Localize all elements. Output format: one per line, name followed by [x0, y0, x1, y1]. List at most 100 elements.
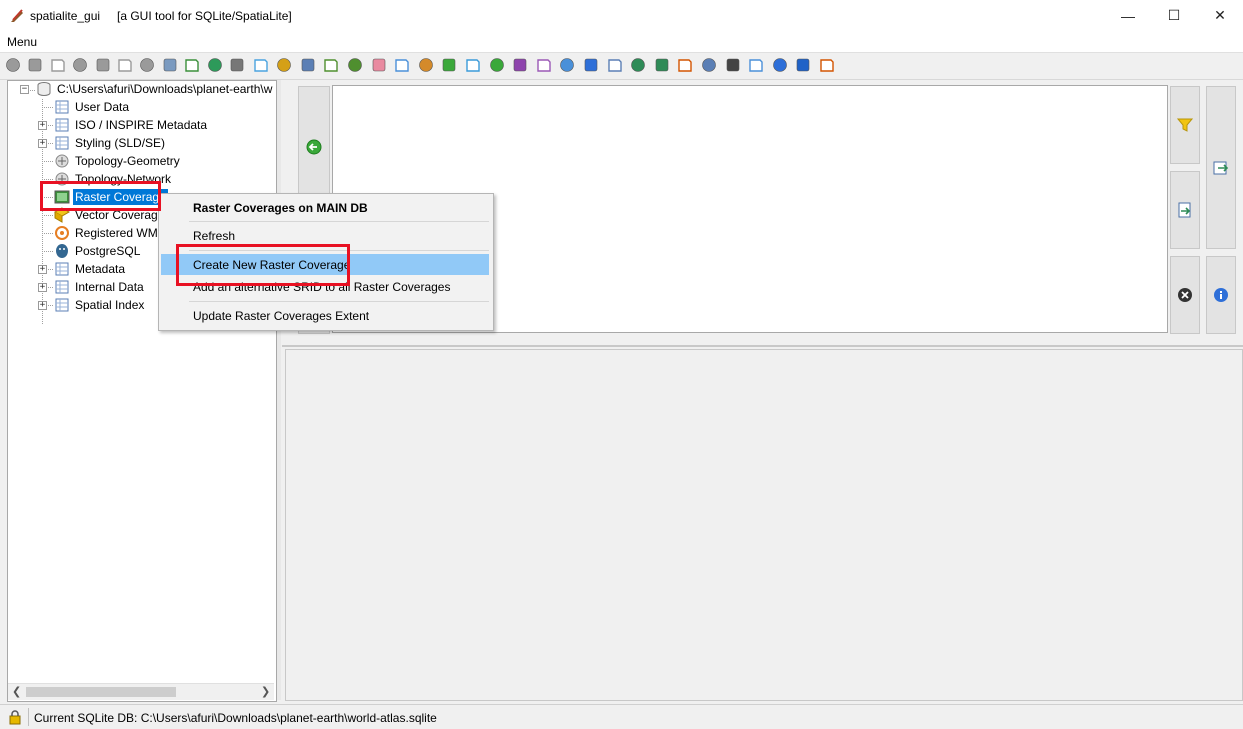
- tree-expand-toggle[interactable]: +: [38, 139, 47, 148]
- toolbar-query-composer-icon[interactable]: [441, 57, 457, 73]
- window-subtitle: [a GUI tool for SQLite/SpatiaLite]: [117, 9, 292, 23]
- tree-item-iso-inspire-metadata[interactable]: ISO / INSPIRE Metadata: [54, 116, 209, 134]
- toolbar-virtual-dbf-icon[interactable]: [323, 57, 339, 73]
- execute-sql-icon: [1213, 161, 1229, 175]
- clear-icon: [1178, 288, 1192, 302]
- toolbar-export-icon[interactable]: [677, 57, 693, 73]
- toolbar-exif-icon[interactable]: [394, 57, 410, 73]
- result-grid[interactable]: [285, 349, 1243, 701]
- tree-expand-toggle[interactable]: +: [38, 265, 47, 274]
- tree-item-label: User Data: [75, 100, 130, 114]
- tree-item-label: Metadata: [75, 262, 126, 276]
- toolbar-sql-script-icon[interactable]: [184, 57, 200, 73]
- filter-button[interactable]: [1170, 86, 1200, 164]
- toolbar-check-geometry-icon[interactable]: [536, 57, 552, 73]
- tree-item-label: Styling (SLD/SE): [75, 136, 166, 150]
- filter-icon: [1177, 118, 1193, 132]
- tree-horizontal-scrollbar[interactable]: ❮ ❯: [8, 683, 274, 700]
- close-button[interactable]: ✕: [1197, 0, 1243, 31]
- toolbar-dxf-icon[interactable]: [489, 57, 505, 73]
- tree-root-collapse-toggle[interactable]: −: [20, 85, 29, 94]
- clear-button[interactable]: [1170, 256, 1200, 334]
- context-menu-title-label: Raster Coverages on MAIN DB: [193, 200, 368, 215]
- tree-item-postgresql[interactable]: PostgreSQL: [54, 242, 142, 260]
- scroll-left-icon[interactable]: ❮: [12, 685, 21, 698]
- tree-item-label: Topology-Geometry: [75, 154, 180, 168]
- tree-item-internal-data[interactable]: Internal Data: [54, 278, 146, 296]
- toolbar-wfs-icon[interactable]: [465, 57, 481, 73]
- tree-item-metadata[interactable]: Metadata: [54, 260, 127, 278]
- tree-expand-toggle[interactable]: +: [38, 283, 47, 292]
- scroll-thumb[interactable]: [26, 687, 176, 697]
- table-icon: [55, 100, 69, 114]
- status-text: Current SQLite DB: C:\Users\afuri\Downlo…: [34, 711, 437, 725]
- table-icon: [55, 136, 69, 150]
- tree-item-label: Spatial Index: [75, 298, 145, 312]
- toolbar-about-icon[interactable]: [748, 57, 764, 73]
- maximize-button[interactable]: ☐: [1151, 0, 1197, 31]
- tree-item-label: Registered WMS: [75, 226, 166, 240]
- tree-item-user-data[interactable]: User Data: [54, 98, 131, 116]
- tree-expand-toggle[interactable]: +: [38, 301, 47, 310]
- toolbar-memory-db-save-icon[interactable]: [117, 57, 133, 73]
- toolbar-virtual-shp-icon[interactable]: [276, 57, 292, 73]
- toolbar-help-icon[interactable]: [772, 57, 788, 73]
- toolbar-disconnect-icon[interactable]: [27, 57, 43, 73]
- tree-item-label: Internal Data: [75, 280, 144, 294]
- toolbar-import-icon[interactable]: [654, 57, 670, 73]
- toolbar-load-dbf-icon[interactable]: [229, 57, 245, 73]
- toolbar-virtual-xl-icon[interactable]: [347, 57, 363, 73]
- highlight-raster-coverage: [40, 181, 161, 211]
- info-button[interactable]: [1206, 256, 1236, 334]
- tree-item-label: PostgreSQL: [75, 244, 141, 258]
- toolbar-history-icon[interactable]: [630, 57, 646, 73]
- toolbar-svg-icon[interactable]: [512, 57, 528, 73]
- context-menu-title: Raster Coverages on MAIN DB: [161, 197, 489, 218]
- toolbar-load-gps-icon[interactable]: [418, 57, 434, 73]
- toolbar-virtual-csv-icon[interactable]: [300, 57, 316, 73]
- table-icon: [55, 280, 69, 294]
- execute-sql-button[interactable]: [1206, 86, 1236, 249]
- tree-item-spatial-index[interactable]: Spatial Index: [54, 296, 146, 314]
- load-sql-button[interactable]: [1170, 171, 1200, 249]
- toolbar-exit-icon[interactable]: [795, 57, 811, 73]
- toolbar: [0, 53, 1243, 80]
- toolbar-create-db-icon[interactable]: [50, 57, 66, 73]
- tree-item-styling[interactable]: Styling (SLD/SE): [54, 134, 167, 152]
- toolbar-map-icon[interactable]: [701, 57, 717, 73]
- toolbar-sql-log-icon[interactable]: [725, 57, 741, 73]
- minimize-button[interactable]: —: [1105, 0, 1151, 31]
- status-bar: Current SQLite DB: C:\Users\afuri\Downlo…: [0, 704, 1243, 729]
- toolbar-srid-icon[interactable]: [583, 57, 599, 73]
- table-icon: [55, 298, 69, 312]
- menu-item-refresh[interactable]: Refresh: [161, 225, 489, 246]
- pg-icon: [56, 244, 68, 258]
- vertical-splitter[interactable]: [277, 80, 281, 700]
- tree-item-topology-geometry[interactable]: Topology-Geometry: [54, 152, 182, 170]
- toolbar-more-icon[interactable]: [819, 57, 835, 73]
- toolbar-sanitize-geometry-icon[interactable]: [559, 57, 575, 73]
- history-back-icon[interactable]: [306, 139, 322, 155]
- toolbar-attached-icon[interactable]: [607, 57, 623, 73]
- table-icon: [55, 118, 69, 132]
- tree-item-label: ISO / INSPIRE Metadata: [75, 118, 208, 132]
- highlight-create-new-raster: [176, 244, 350, 286]
- toolbar-vacuum-icon[interactable]: [162, 57, 178, 73]
- toolbar-memory-db-load-icon[interactable]: [95, 57, 111, 73]
- menu-item-update-extent[interactable]: Update Raster Coverages Extent: [161, 305, 489, 326]
- toolbar-load-xl-icon[interactable]: [253, 57, 269, 73]
- toolbar-network-icon[interactable]: [371, 57, 387, 73]
- database-icon: [37, 82, 51, 96]
- toolbar-memory-db-clone-icon[interactable]: [139, 57, 155, 73]
- tree-item-registered-wms[interactable]: Registered WMS: [54, 224, 168, 242]
- menu-main[interactable]: Menu: [7, 35, 37, 49]
- scroll-right-icon[interactable]: ❯: [261, 685, 270, 698]
- load-sql-icon: [1178, 202, 1191, 218]
- info-icon: [1214, 288, 1228, 302]
- tree-expand-toggle[interactable]: +: [38, 121, 47, 130]
- toolbar-connect-icon[interactable]: [5, 57, 21, 73]
- toolbar-load-shp-icon[interactable]: [207, 57, 223, 73]
- toolbar-memory-db-icon[interactable]: [72, 57, 88, 73]
- topo-icon: [55, 154, 69, 168]
- tree-root-database[interactable]: C:\Users\afuri\Downloads\planet-earth\w: [36, 80, 274, 98]
